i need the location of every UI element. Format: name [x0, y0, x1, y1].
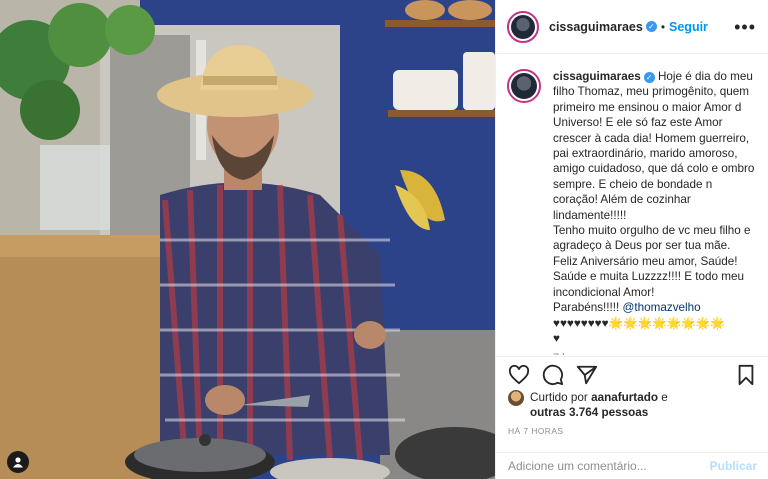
- liker-username[interactable]: aanafurtado: [591, 391, 658, 404]
- author-username[interactable]: cissaguimaraes: [549, 20, 643, 34]
- verified-badge-icon: ✓: [643, 72, 655, 83]
- follow-button[interactable]: Seguir: [669, 20, 708, 34]
- liker-avatar[interactable]: [508, 390, 524, 406]
- more-options-icon[interactable]: •••: [734, 18, 756, 36]
- post-photo[interactable]: [0, 0, 495, 479]
- header-separator: •: [660, 19, 666, 34]
- likes-prefix: Curtido por: [530, 391, 592, 404]
- bookmark-icon: [738, 364, 754, 385]
- publish-button[interactable]: Publicar: [710, 459, 757, 473]
- post-side-panel: cissaguimaraes ✓ • Seguir ••• cissaguima…: [495, 0, 768, 479]
- user-tag-button[interactable]: [7, 451, 29, 473]
- save-button[interactable]: [734, 363, 758, 387]
- caption-timestamp: 7 h: [553, 352, 757, 355]
- heart-icon: [508, 364, 530, 384]
- likes-middle: e: [657, 391, 668, 404]
- caption-row: cissaguimaraes ✓ Hoje é dia do meu filho …: [507, 69, 757, 346]
- caption-section: cissaguimaraes ✓ Hoje é dia do meu filho …: [496, 55, 768, 355]
- comment-button[interactable]: [541, 363, 565, 387]
- verified-badge-icon: ✓: [645, 21, 657, 32]
- like-button[interactable]: [507, 363, 531, 387]
- photo-scene: [0, 0, 495, 479]
- share-button[interactable]: [575, 363, 599, 387]
- caption-mention[interactable]: @thomazvelho: [623, 301, 701, 314]
- likes-summary: Curtido por aanafurtado e outras 3.764 p…: [508, 390, 763, 420]
- user-tag-icon: [13, 457, 23, 468]
- action-bar: [496, 356, 768, 392]
- caption-text: cissaguimaraes ✓ Hoje é dia do meu filho …: [553, 69, 757, 346]
- comment-bar: Publicar: [496, 452, 768, 479]
- posted-time[interactable]: HÁ 7 HORAS: [508, 426, 564, 436]
- caption-avatar[interactable]: [507, 69, 541, 103]
- likes-others-link[interactable]: outras 3.764 pessoas: [530, 406, 648, 419]
- caption-username[interactable]: cissaguimaraes: [553, 70, 641, 83]
- comment-input[interactable]: [508, 459, 710, 473]
- likes-text: Curtido por aanafurtado e outras 3.764 p…: [530, 390, 668, 420]
- author-avatar[interactable]: [507, 10, 539, 43]
- paper-plane-icon: [576, 365, 598, 384]
- post-header: cissaguimaraes ✓ • Seguir •••: [496, 0, 768, 54]
- caption-emoji-line: ♥♥♥♥♥♥♥♥🌟🌟🌟🌟🌟🌟🌟🌟 ♥: [553, 316, 725, 345]
- comment-icon: [542, 364, 564, 385]
- caption-body: Hoje é dia do meu filho Thomaz, meu prim…: [553, 70, 755, 315]
